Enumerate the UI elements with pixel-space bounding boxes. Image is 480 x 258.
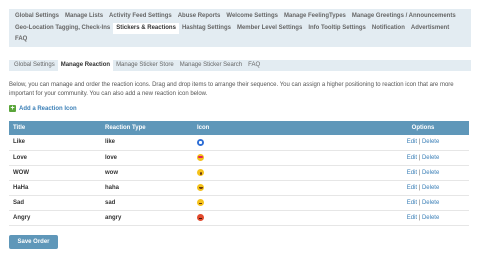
wow-icon (197, 168, 204, 176)
edit-link[interactable]: Edit (407, 155, 417, 161)
delete-link[interactable]: Delete (422, 185, 439, 191)
delete-link[interactable]: Delete (422, 215, 439, 221)
row-options: Edit | Delete (377, 135, 469, 151)
col-type-header: Reaction Type (101, 121, 193, 135)
edit-link[interactable]: Edit (407, 215, 417, 221)
row-icon-cell (193, 180, 377, 196)
page-description: Below, you can manage and order the reac… (9, 82, 454, 97)
row-options: Edit | Delete (377, 180, 469, 196)
table-header-row: Title Reaction Type Icon Options (9, 121, 469, 135)
main-tab-row: Geo-Location Tagging, Check-Ins Stickers… (12, 22, 468, 35)
tab-faq[interactable]: FAQ (12, 34, 30, 45)
col-icon-header: Icon (193, 121, 377, 135)
table-row[interactable]: WOW wow Edit | Delete (9, 165, 469, 181)
col-title-header: Title (9, 121, 101, 135)
tab-stickers-reactions[interactable]: Stickers & Reactions (113, 22, 179, 34)
sub-tab-bar: Global Settings Manage Reaction Manage S… (9, 60, 471, 71)
row-icon-cell (193, 150, 377, 166)
row-title: Love (9, 150, 101, 166)
tab-notification[interactable]: Notification (369, 23, 408, 34)
add-reaction-label: Add a Reaction Icon (19, 105, 77, 112)
row-icon-cell (193, 135, 377, 151)
table-row[interactable]: Sad sad Edit | Delete (9, 195, 469, 211)
row-type: love (101, 150, 193, 166)
row-title: WOW (9, 165, 101, 181)
row-options: Edit | Delete (377, 210, 469, 226)
delete-link[interactable]: Delete (422, 200, 439, 206)
row-options: Edit | Delete (377, 165, 469, 181)
row-type: sad (101, 195, 193, 211)
subtab-global-settings[interactable]: Global Settings (11, 60, 58, 71)
table-row[interactable]: Love love Edit | Delete (9, 150, 469, 166)
row-icon-cell (193, 210, 377, 226)
edit-link[interactable]: Edit (407, 170, 417, 176)
like-icon (197, 138, 204, 146)
row-options: Edit | Delete (377, 150, 469, 166)
options-separator: | (418, 214, 421, 221)
love-icon (197, 153, 204, 161)
tab-activity-feed-settings[interactable]: Activity Feed Settings (106, 11, 175, 22)
main-tab-bar: Global Settings Manage Lists Activity Fe… (9, 9, 471, 47)
options-separator: | (418, 154, 421, 161)
edit-link[interactable]: Edit (407, 139, 417, 145)
tab-info-tooltip-settings[interactable]: Info Tooltip Settings (305, 23, 369, 34)
row-type: like (101, 135, 193, 151)
row-title: Sad (9, 195, 101, 211)
tab-geo-location[interactable]: Geo-Location Tagging, Check-Ins (12, 23, 113, 34)
row-icon-cell (193, 165, 377, 181)
tab-manage-lists[interactable]: Manage Lists (62, 11, 106, 22)
row-title: HaHa (9, 180, 101, 196)
row-type: wow (101, 165, 193, 181)
edit-link[interactable]: Edit (407, 185, 417, 191)
subtab-manage-sticker-store[interactable]: Manage Sticker Store (113, 60, 177, 71)
tab-member-level-settings[interactable]: Member Level Settings (234, 23, 305, 34)
tab-hashtag-settings[interactable]: Hashtag Settings (179, 23, 234, 34)
table-row[interactable]: HaHa haha Edit | Delete (9, 180, 469, 196)
col-options-header: Options (377, 121, 469, 135)
tab-welcome-settings[interactable]: Welcome Settings (223, 11, 281, 22)
delete-link[interactable]: Delete (422, 170, 439, 176)
tab-manage-feelingtypes[interactable]: Manage FeelingTypes (281, 11, 349, 22)
main-tab-row: FAQ (12, 34, 468, 46)
sad-icon (197, 198, 204, 206)
row-title: Like (9, 135, 101, 151)
tab-abuse-reports[interactable]: Abuse Reports (175, 11, 224, 22)
haha-icon (197, 183, 204, 191)
angry-icon (197, 213, 204, 221)
subtab-manage-sticker-search[interactable]: Manage Sticker Search (177, 60, 245, 71)
subtab-faq[interactable]: FAQ (245, 60, 263, 71)
add-reaction-icon-link[interactable]: + Add a Reaction Icon (9, 104, 77, 113)
options-separator: | (418, 199, 421, 206)
row-options: Edit | Delete (377, 195, 469, 211)
subtab-manage-reaction[interactable]: Manage Reaction (57, 60, 114, 71)
table-row[interactable]: Like like Edit | Delete (9, 135, 469, 151)
options-separator: | (418, 139, 421, 146)
row-icon-cell (193, 195, 377, 211)
reactions-table: Title Reaction Type Icon Options Like li… (9, 121, 469, 226)
main-tab-row: Global Settings Manage Lists Activity Fe… (12, 11, 468, 23)
tab-advertisment[interactable]: Advertisment (408, 23, 452, 34)
row-type: haha (101, 180, 193, 196)
delete-link[interactable]: Delete (422, 155, 439, 161)
tab-global-settings[interactable]: Global Settings (12, 11, 62, 22)
edit-link[interactable]: Edit (407, 200, 417, 206)
tab-manage-greetings[interactable]: Manage Greetings / Announcements (349, 11, 459, 22)
delete-link[interactable]: Delete (422, 139, 439, 145)
options-separator: | (418, 184, 421, 191)
row-title: Angry (9, 210, 101, 226)
row-type: angry (101, 210, 193, 226)
plus-icon: + (9, 105, 16, 112)
table-row[interactable]: Angry angry Edit | Delete (9, 210, 469, 226)
options-separator: | (418, 169, 421, 176)
save-order-button[interactable]: Save Order (9, 235, 58, 249)
